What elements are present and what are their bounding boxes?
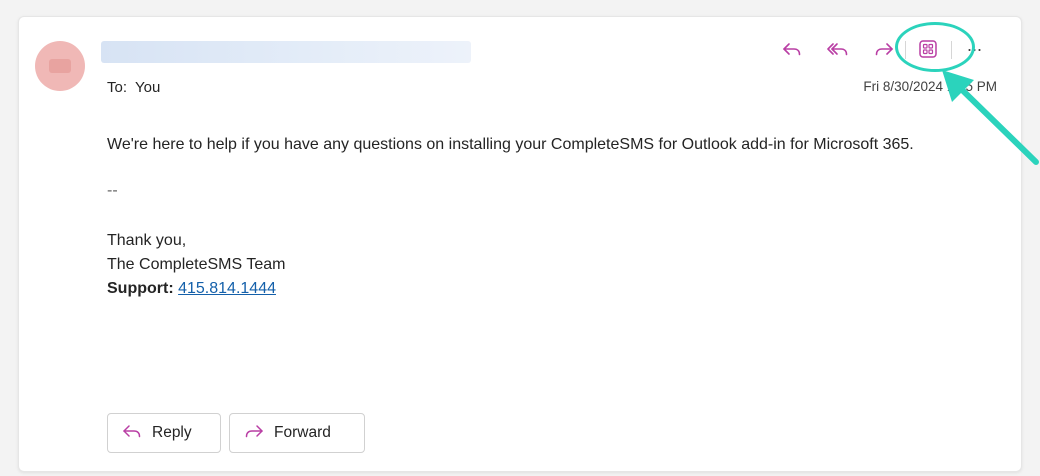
sender-name-redacted[interactable] — [101, 41, 471, 63]
forward-label: Forward — [274, 424, 331, 441]
sender-avatar[interactable] — [35, 41, 85, 91]
support-phone-link[interactable]: 415.814.1444 — [178, 280, 276, 297]
reply-all-button[interactable] — [823, 35, 853, 63]
reply-button[interactable] — [777, 35, 807, 63]
callout-arrow-icon — [936, 66, 1040, 171]
support-label: Support: — [107, 280, 174, 297]
email-card: To: You ··· Fri 8/30/2024 1:05 PM We're … — [18, 16, 1022, 472]
to-label: To: — [107, 79, 128, 96]
forward-icon — [874, 41, 894, 57]
recipient-line: To: You — [107, 79, 160, 96]
forward-icon — [244, 423, 274, 444]
forward-button-bottom[interactable]: Forward — [229, 413, 365, 453]
team-name: The CompleteSMS Team — [107, 256, 286, 273]
highlight-ring — [895, 22, 975, 72]
support-line: Support: 415.814.1444 — [107, 277, 977, 301]
reply-button-bottom[interactable]: Reply — [107, 413, 221, 453]
to-value[interactable]: You — [135, 79, 160, 96]
reply-icon — [122, 423, 152, 444]
reply-all-icon — [827, 41, 849, 57]
body-paragraph: We're here to help if you have any quest… — [107, 136, 914, 153]
closing-line: Thank you, — [107, 232, 187, 249]
message-body: We're here to help if you have any quest… — [107, 133, 977, 301]
reply-icon — [782, 41, 802, 57]
reply-label: Reply — [152, 424, 192, 441]
signature-separator: -- — [107, 182, 118, 199]
avatar-redaction — [49, 59, 71, 73]
